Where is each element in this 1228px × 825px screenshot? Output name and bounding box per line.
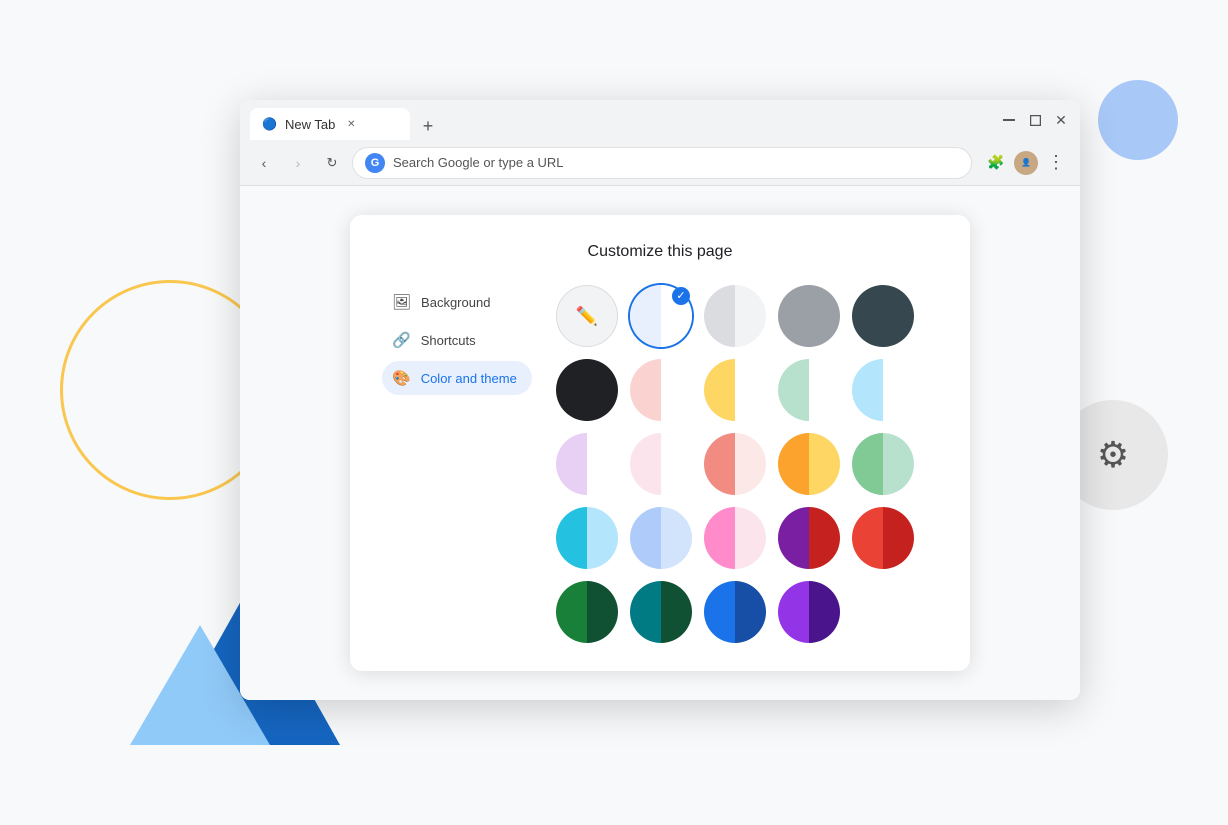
half-circle [778,433,840,495]
deco-circle-blue [1098,80,1178,160]
half-circle [556,433,618,495]
half-circle [852,433,914,495]
color-theme-icon: 🎨 [392,369,411,387]
maximize-button[interactable] [1026,111,1044,129]
color-blue-lavender[interactable] [630,507,692,569]
menu-button[interactable]: ⋮ [1042,149,1070,177]
nav-label-background: Background [421,295,490,310]
shortcuts-icon: 🔗 [392,331,411,349]
color-dark-teal[interactable] [852,285,914,347]
title-bar: 🔵 New Tab ✕ + ✕ [240,100,1080,140]
window-controls: ✕ [1000,111,1070,129]
color-orange[interactable] [778,433,840,495]
color-gray-light[interactable] [704,285,766,347]
avatar[interactable]: 👤 [1014,151,1038,175]
color-navy[interactable] [704,581,766,643]
reload-button[interactable]: ↻ [318,149,346,177]
color-green-mid[interactable] [852,433,914,495]
nav-item-color-theme[interactable]: 🎨 Color and theme [382,361,532,395]
half-circle [630,285,692,347]
gear-icon: ⚙ [1097,434,1129,476]
color-grid: ✏️ [556,285,938,643]
address-text: Search Google or type a URL [393,155,564,170]
half-circle [556,581,618,643]
half-circle [630,359,692,421]
browser-tab[interactable]: 🔵 New Tab ✕ [250,108,410,140]
color-black[interactable] [556,359,618,421]
color-peach-light[interactable] [630,359,692,421]
page-content: Customize this page 🖼 Background 🔗 Short… [240,186,1080,700]
tab-close-button[interactable]: ✕ [343,116,359,132]
panel-title: Customize this page [382,243,938,261]
half-circle [704,433,766,495]
nav-label-color-theme: Color and theme [421,371,517,386]
nav-label-shortcuts: Shortcuts [421,333,476,348]
google-icon: G [365,153,385,173]
address-bar[interactable]: G Search Google or type a URL [352,147,972,179]
color-maroon[interactable] [778,507,840,569]
color-pink-hot[interactable] [704,507,766,569]
color-dark-teal2[interactable] [630,581,692,643]
half-circle [852,507,914,569]
left-nav: 🖼 Background 🔗 Shortcuts 🎨 Color and the… [382,285,532,643]
color-yellow-half[interactable] [704,359,766,421]
half-circle [778,581,840,643]
back-button[interactable]: ‹ [250,149,278,177]
color-purple[interactable] [778,581,840,643]
nav-item-background[interactable]: 🖼 Background [382,285,532,319]
color-green-light[interactable] [778,359,840,421]
half-circle [778,507,840,569]
toolbar-icons: 🧩 👤 ⋮ [982,149,1070,177]
panel-body: 🖼 Background 🔗 Shortcuts 🎨 Color and the… [382,285,938,643]
color-pink-light[interactable] [630,433,692,495]
color-teal-mid[interactable] [556,507,618,569]
customize-panel: Customize this page 🖼 Background 🔗 Short… [350,215,970,671]
address-bar-row: ‹ › ↻ G Search Google or type a URL 🧩 👤 … [240,140,1080,186]
color-forest[interactable] [556,581,618,643]
tab-favicon: 🔵 [262,117,277,131]
color-lavender-light[interactable] [556,433,618,495]
half-circle [704,581,766,643]
color-red[interactable] [852,507,914,569]
extensions-button[interactable]: 🧩 [982,149,1010,177]
half-circle [852,359,914,421]
color-teal-light[interactable] [852,359,914,421]
color-grid-area: ✏️ [556,285,938,643]
half-circle [704,359,766,421]
half-circle [704,507,766,569]
half-circle [556,507,618,569]
half-circle [630,433,692,495]
half-circle [704,285,766,347]
new-tab-button[interactable]: + [414,112,442,140]
background-icon: 🖼 [392,293,411,311]
color-gray-mid[interactable] [778,285,840,347]
custom-color-button[interactable]: ✏️ [556,285,618,347]
minimize-button[interactable] [1000,111,1018,129]
nav-item-shortcuts[interactable]: 🔗 Shortcuts [382,323,532,357]
half-circle [630,581,692,643]
half-circle [778,359,840,421]
half-circle [630,507,692,569]
close-button[interactable]: ✕ [1052,111,1070,129]
browser-window: 🔵 New Tab ✕ + ✕ ‹ › ↻ G Search Google or… [240,100,1080,700]
color-salmon[interactable] [704,433,766,495]
forward-button[interactable]: › [284,149,312,177]
tab-title: New Tab [285,117,335,132]
color-white-blue[interactable] [630,285,692,347]
